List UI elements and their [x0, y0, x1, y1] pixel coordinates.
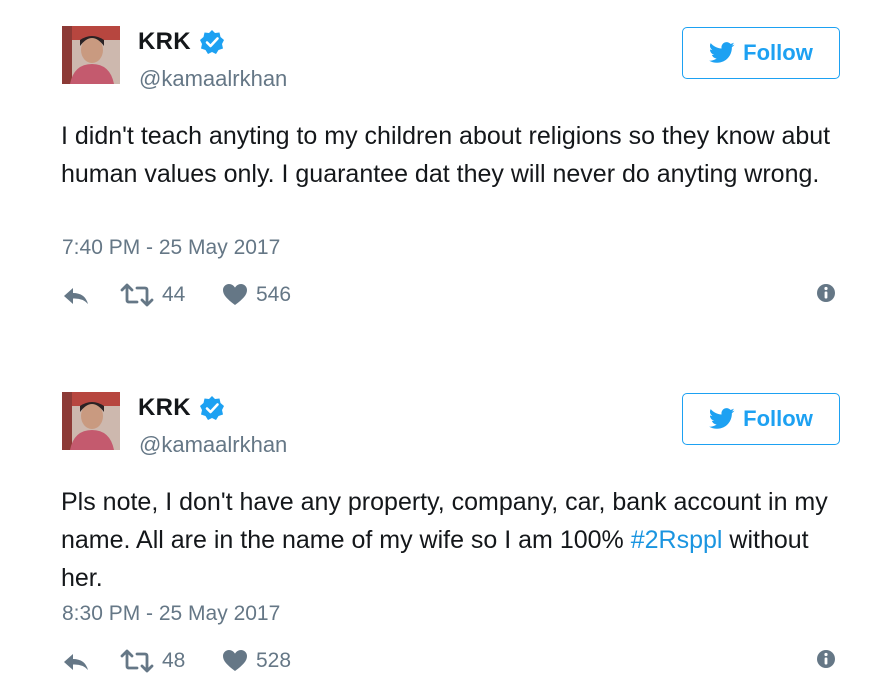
reply-icon	[64, 654, 88, 670]
tweet-text: Pls note, I don't have any property, com…	[61, 483, 851, 597]
follow-button[interactable]: Follow	[682, 27, 840, 79]
twitter-bird-icon	[709, 408, 735, 429]
reply-button[interactable]	[62, 649, 90, 675]
info-icon	[817, 650, 835, 668]
heart-icon	[223, 650, 247, 671]
author-handle[interactable]: @kamaalrkhan	[139, 66, 287, 92]
tweet-actions: 48 528	[62, 649, 842, 679]
reply-button[interactable]	[62, 283, 90, 309]
retweet-button[interactable]: 44	[120, 283, 185, 307]
like-count: 546	[256, 283, 292, 306]
tweet-timestamp[interactable]: 7:40 PM - 25 May 2017	[62, 236, 280, 260]
retweet-count: 48	[162, 649, 186, 672]
follow-label: Follow	[743, 40, 813, 65]
retweet-icon	[120, 283, 154, 307]
follow-label: Follow	[743, 406, 813, 431]
info-icon	[817, 284, 835, 302]
info-button[interactable]	[816, 649, 836, 669]
verified-badge-icon	[199, 29, 225, 55]
retweet-button[interactable]: 48	[120, 649, 185, 673]
heart-icon	[223, 284, 247, 305]
like-button[interactable]: 528	[222, 649, 291, 673]
tweet-text: I didn't teach anyting to my children ab…	[61, 122, 831, 188]
like-count: 528	[256, 649, 292, 672]
tweet-timestamp[interactable]: 8:30 PM - 25 May 2017	[62, 602, 280, 626]
retweet-count: 44	[162, 283, 186, 306]
author-name[interactable]: KRK	[138, 28, 191, 56]
avatar[interactable]	[62, 392, 120, 450]
author-handle[interactable]: @kamaalrkhan	[139, 432, 287, 458]
follow-button[interactable]: Follow	[682, 393, 840, 445]
avatar[interactable]	[62, 26, 120, 84]
like-button[interactable]: 546	[222, 283, 291, 307]
reply-icon	[64, 288, 88, 304]
info-button[interactable]	[816, 283, 836, 303]
author-name-row: KRK	[138, 394, 225, 422]
retweet-icon	[120, 649, 154, 673]
tweet-actions: 44 546	[62, 283, 842, 313]
twitter-bird-icon	[709, 42, 735, 63]
author-name[interactable]: KRK	[138, 394, 191, 422]
author-name-row: KRK	[138, 28, 225, 56]
verified-badge-icon	[199, 395, 225, 421]
hashtag-link[interactable]: #2Rsppl	[631, 526, 723, 554]
